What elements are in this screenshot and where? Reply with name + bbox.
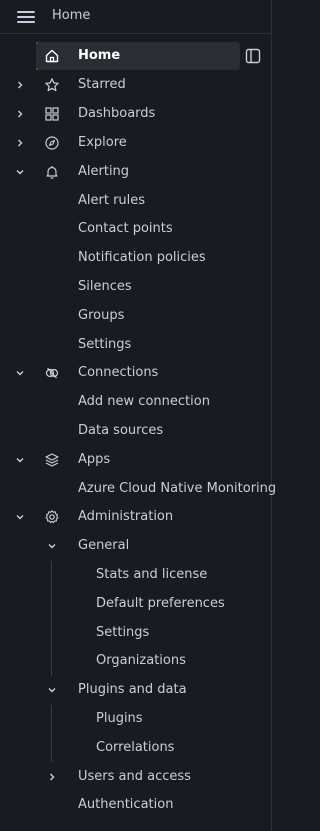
nav-item-starred[interactable]: Starred	[0, 71, 272, 99]
nav-item-apps[interactable]: Apps	[0, 446, 272, 474]
nav-subitem-plugins[interactable]: Plugins	[0, 705, 272, 733]
chevron-down-icon[interactable]	[46, 540, 58, 552]
nav-item-plugins-and-data-label: Plugins and data	[78, 682, 187, 697]
nav-header: Home	[0, 0, 272, 34]
nav-item-home[interactable]: Home	[36, 42, 240, 70]
compass-icon	[44, 135, 60, 151]
nav-subitem-correlations[interactable]: Correlations	[0, 734, 272, 762]
nav-subitem-label: Default preferences	[96, 596, 225, 611]
chevron-right-icon[interactable]	[14, 137, 26, 149]
nav-item-administration[interactable]: Administration	[0, 503, 272, 531]
nav-item-alerting[interactable]: Alerting	[0, 158, 272, 186]
nav-item-administration-label: Administration	[78, 509, 174, 524]
cog-icon	[44, 509, 60, 525]
nav-item-home-label: Home	[78, 48, 121, 63]
nav-subitem-label: Plugins	[96, 711, 143, 726]
chevron-right-icon[interactable]	[46, 771, 58, 783]
chevron-down-icon[interactable]	[14, 454, 26, 466]
nav-subitem-label: Notification policies	[78, 250, 206, 265]
nav-header-title: Home	[52, 8, 91, 23]
chevron-right-icon[interactable]	[14, 79, 26, 91]
nav-subitem-label: Silences	[78, 279, 132, 294]
nav-subitem-label: Settings	[96, 625, 150, 640]
nav-item-explore[interactable]: Explore	[0, 129, 272, 157]
nav-subitem-default-preferences[interactable]: Default preferences	[0, 590, 272, 618]
nav-subitem-label: Azure Cloud Native Monitoring	[78, 481, 277, 496]
nav-item-authentication-label: Authentication	[78, 797, 174, 812]
nav-subitem-label: Data sources	[78, 423, 164, 438]
nav-subitem-notification-policies[interactable]: Notification policies	[0, 244, 272, 272]
nav-item-dashboards[interactable]: Dashboards	[0, 100, 272, 128]
home-icon	[44, 48, 60, 64]
hamburger-icon[interactable]	[12, 6, 36, 28]
nav-subitem-groups[interactable]: Groups	[0, 302, 272, 330]
nav-subitem-general-settings[interactable]: Settings	[0, 619, 272, 647]
layers-icon	[44, 452, 60, 468]
nav-item-authentication[interactable]: Authentication	[0, 791, 272, 819]
nav-item-general-label: General	[78, 538, 130, 553]
chevron-down-icon[interactable]	[14, 166, 26, 178]
bell-icon	[44, 164, 60, 180]
chevron-down-icon[interactable]	[14, 367, 26, 379]
chevron-down-icon[interactable]	[46, 684, 58, 696]
nav-item-starred-label: Starred	[78, 77, 126, 92]
nav-subitem-label: Alert rules	[78, 193, 146, 208]
nav-item-alerting-label: Alerting	[78, 164, 130, 179]
nav-item-apps-label: Apps	[78, 452, 111, 467]
nav-subitem-label: Correlations	[96, 740, 175, 755]
chevron-right-icon[interactable]	[14, 108, 26, 120]
nav-item-general[interactable]: General	[0, 532, 272, 560]
nav-subitem-contact-points[interactable]: Contact points	[0, 215, 272, 243]
nav-subitem-label: Settings	[78, 337, 132, 352]
nav-subitem-stats-and-license[interactable]: Stats and license	[0, 561, 272, 589]
apps-grid-icon	[44, 106, 60, 122]
nav-subitem-alerting-settings[interactable]: Settings	[0, 331, 272, 359]
star-icon	[44, 77, 60, 93]
nav-item-explore-label: Explore	[78, 135, 127, 150]
nav-subitem-organizations[interactable]: Organizations	[0, 647, 272, 675]
nav-subitem-add-new-connection[interactable]: Add new connection	[0, 388, 272, 416]
nav-subitem-label: Groups	[78, 308, 125, 323]
nav-subitem-label: Stats and license	[96, 567, 208, 582]
nav-subitem-label: Contact points	[78, 221, 173, 236]
chevron-down-icon[interactable]	[14, 511, 26, 523]
dock-panel-icon[interactable]	[245, 48, 263, 66]
nav-item-dashboards-label: Dashboards	[78, 106, 156, 121]
nav-subitem-alert-rules[interactable]: Alert rules	[0, 187, 272, 215]
nav-item-connections-label: Connections	[78, 365, 159, 380]
side-navigation: Home Home Starred Dashboards Explore Ale…	[0, 0, 276, 831]
nav-item-users-and-access[interactable]: Users and access	[0, 763, 272, 791]
nav-item-connections[interactable]: Connections	[0, 359, 272, 387]
link-icon	[44, 365, 60, 381]
nav-subitem-label: Organizations	[96, 653, 186, 668]
nav-item-plugins-and-data[interactable]: Plugins and data	[0, 676, 272, 704]
nav-subitem-data-sources[interactable]: Data sources	[0, 417, 272, 445]
nav-subitem-silences[interactable]: Silences	[0, 273, 272, 301]
nav-subitem-label: Add new connection	[78, 394, 210, 409]
nav-item-users-and-access-label: Users and access	[78, 769, 191, 784]
nav-subitem-azure-cloud-native-monitoring[interactable]: Azure Cloud Native Monitoring	[0, 475, 276, 503]
